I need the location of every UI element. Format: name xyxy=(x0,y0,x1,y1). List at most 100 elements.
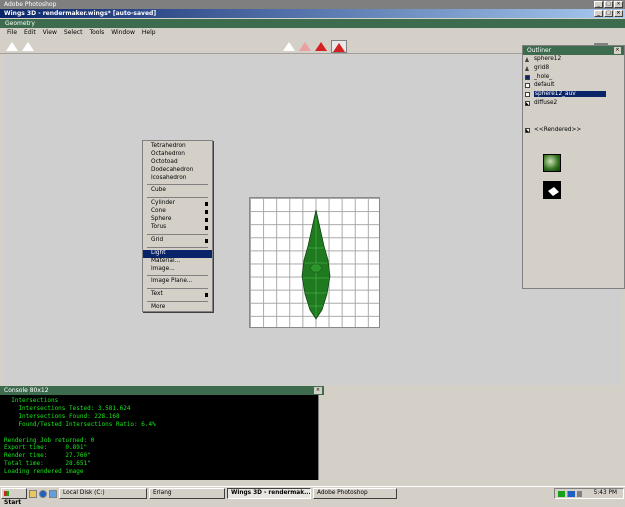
console-scrollbar[interactable] xyxy=(318,395,324,480)
window-title: Wings 3D - rendermaker.wings* [auto-save… xyxy=(4,10,157,17)
option-box-icon[interactable] xyxy=(205,226,208,231)
material-icon xyxy=(525,74,530,80)
redo-icon[interactable] xyxy=(22,42,34,51)
taskbar-item-photoshop[interactable]: Adobe Photoshop xyxy=(313,488,397,499)
menu-item-cube[interactable]: Cube xyxy=(143,187,212,195)
menu-item-torus[interactable]: Torus xyxy=(143,224,212,232)
outliner-item[interactable]: diffuse2 xyxy=(523,99,624,108)
outliner-item[interactable]: sphere12 xyxy=(523,55,624,64)
quicklaunch-browser-icon[interactable] xyxy=(39,489,47,498)
minimize-icon[interactable]: _ xyxy=(594,1,603,8)
outliner-header: Outliner × xyxy=(523,46,624,55)
quicklaunch-explorer-icon[interactable] xyxy=(49,489,57,498)
undo-icon[interactable] xyxy=(6,42,18,51)
outliner-item[interactable]: <<Rendered>> xyxy=(523,126,624,135)
option-box-icon[interactable] xyxy=(205,210,208,215)
menu-view[interactable]: View xyxy=(40,28,61,38)
menu-item-label: Image Plane... xyxy=(151,278,193,285)
menu-item-label: Icosahedron xyxy=(151,174,187,181)
rendered-image-icon xyxy=(548,187,559,196)
console-header: Console 80x12 × xyxy=(0,386,324,395)
menu-item-sphere[interactable]: Sphere xyxy=(143,216,212,224)
task-label: Adobe Photoshop xyxy=(317,490,368,496)
vertex-mode-icon[interactable] xyxy=(283,42,295,51)
outliner-item[interactable]: _hole_ xyxy=(523,73,624,82)
menu-item-icosahedron[interactable]: Icosahedron xyxy=(143,175,212,183)
image-icon xyxy=(525,127,530,133)
menu-item-image[interactable]: Image... xyxy=(143,266,212,274)
geometry-title: Geometry xyxy=(5,20,35,27)
window-controls: _ □ × xyxy=(594,10,623,17)
image-icon xyxy=(525,100,530,106)
close-icon[interactable]: × xyxy=(614,47,621,54)
taskbar-item-erlang[interactable]: Erlang xyxy=(149,488,225,499)
outliner-item[interactable]: default xyxy=(523,81,624,90)
maximize-icon[interactable]: □ xyxy=(604,10,613,17)
rendered-thumbnail[interactable] xyxy=(543,181,561,199)
close-icon[interactable]: × xyxy=(614,1,623,8)
material-icon xyxy=(525,92,530,98)
menu-item-image-plane[interactable]: Image Plane... xyxy=(143,278,212,286)
outliner-item[interactable]: sphere12_auv xyxy=(523,90,624,99)
console-line: Export time: 0.891" xyxy=(4,444,88,452)
console-line: Total time: 28.651" xyxy=(4,460,91,468)
option-box-icon[interactable] xyxy=(205,202,208,207)
close-icon[interactable]: × xyxy=(314,387,322,394)
edge-mode-icon[interactable] xyxy=(299,42,311,51)
quicklaunch-desktop-icon[interactable] xyxy=(29,489,37,498)
menu-item-tetrahedron[interactable]: Tetrahedron xyxy=(143,143,212,151)
option-box-icon[interactable] xyxy=(205,218,208,223)
task-label: Erlang xyxy=(153,490,172,496)
maximize-icon[interactable]: □ xyxy=(604,1,613,8)
face-mode-icon[interactable] xyxy=(315,42,327,51)
menu-item-text[interactable]: Text xyxy=(143,291,212,299)
menu-tools[interactable]: Tools xyxy=(86,28,108,38)
console-line: Intersections xyxy=(4,397,59,404)
taskbar-item-local-disk[interactable]: Local Disk (C:) xyxy=(59,488,147,499)
option-box-icon[interactable] xyxy=(205,238,208,243)
menu-separator xyxy=(147,184,208,186)
console-window: Console 80x12 × Intersections Intersecti… xyxy=(0,386,324,491)
menu-edit[interactable]: Edit xyxy=(21,28,40,38)
console-line: Rendering Job returned: 0 xyxy=(4,436,95,444)
menu-help[interactable]: Help xyxy=(139,28,160,38)
minimize-icon[interactable]: _ xyxy=(594,10,603,17)
taskbar-item-wings3d[interactable]: Wings 3D - rendermak... xyxy=(227,488,311,499)
menu-item-more[interactable]: More xyxy=(143,304,212,312)
close-icon[interactable]: × xyxy=(614,10,623,17)
menu-item-cylinder[interactable]: Cylinder xyxy=(143,200,212,208)
option-box-icon[interactable] xyxy=(205,293,208,298)
system-tray: 5:43 PM xyxy=(554,488,624,499)
task-label: Local Disk (C:) xyxy=(63,490,105,496)
menu-file[interactable]: File xyxy=(4,28,21,38)
window-titlebar: Wings 3D - rendermaker.wings* [auto-save… xyxy=(0,9,625,18)
menu-separator xyxy=(147,301,208,303)
console-line: Render time: 27.760" xyxy=(4,452,91,460)
ground-grid xyxy=(249,197,380,328)
menu-select[interactable]: Select xyxy=(61,28,87,38)
outliner-item-label: default xyxy=(534,82,555,89)
geometry-titlebar: Geometry xyxy=(0,19,625,28)
outliner-item-label: sphere12 xyxy=(534,56,562,62)
menu-window[interactable]: Window xyxy=(108,28,139,38)
menu-item-dodecahedron[interactable]: Dodecahedron xyxy=(143,167,212,175)
primitives-menu: Tetrahedron Octahedron Octotoad Dodecahedro… xyxy=(142,140,213,312)
body-mode-button[interactable] xyxy=(331,40,347,53)
menu-item-octahedron[interactable]: Octahedron xyxy=(143,151,212,159)
menu-item-cone[interactable]: Cone xyxy=(143,208,212,216)
taskbar: Start Local Disk (C:) Erlang Wings 3D - … xyxy=(0,486,625,506)
start-button[interactable]: Start xyxy=(1,488,27,506)
outliner-item[interactable]: grid8 xyxy=(523,64,624,73)
start-label: Start xyxy=(4,499,22,506)
menu-separator xyxy=(147,246,208,248)
menu-item-octotoad[interactable]: Octotoad xyxy=(143,159,212,167)
menu-item-label: Octahedron xyxy=(151,150,185,157)
console-output: Intersections Intersections Tested: 3.58… xyxy=(0,395,324,492)
task-label: Wings 3D - rendermak... xyxy=(231,490,311,496)
menu-item-material[interactable]: Material... xyxy=(143,258,212,266)
console-line: Intersections Found: 228.168 xyxy=(4,412,120,420)
diffuse-texture-thumbnail[interactable] xyxy=(543,154,561,172)
menu-item-grid[interactable]: Grid xyxy=(143,237,212,245)
menu-item-light[interactable]: Light xyxy=(143,249,212,258)
